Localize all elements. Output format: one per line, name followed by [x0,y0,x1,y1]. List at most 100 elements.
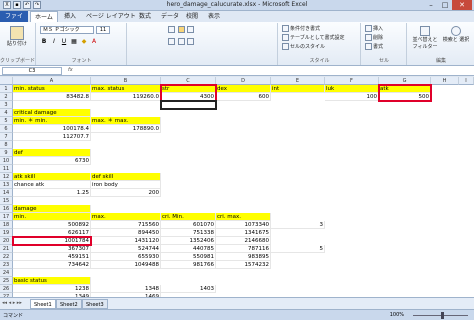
cell-B22[interactable]: 655930 [91,253,161,261]
sheet-tab-1[interactable]: Sheet1 [30,299,56,309]
cell-B1[interactable]: max. status [91,85,161,93]
tab-data[interactable]: データ [157,11,183,22]
row-header-18[interactable]: 18 [0,221,13,229]
format-cells-button[interactable]: 書式 [365,43,383,50]
underline-button[interactable]: U [60,38,68,46]
cell-D17[interactable]: cri. max. [216,213,271,221]
row-header-10[interactable]: 10 [0,157,13,165]
cell-A13[interactable]: chance atk [13,181,91,189]
align-middle-icon[interactable] [177,26,185,33]
cell-A12[interactable]: atk skill [13,173,91,181]
cell-E21[interactable]: 5 [271,245,325,253]
cell-B14[interactable]: 200 [91,189,161,197]
cell-A2[interactable]: 83482.8 [13,93,91,101]
spreadsheet-grid[interactable]: A B C D E F G H I 1 2 3 4 5 6 7 8 9 10 11 12 13 14 15 16 17 18 19 20… [0,77,474,297]
tab-page-layout[interactable]: ページ レイアウト [82,11,140,22]
row-header-25[interactable]: 25 [0,277,13,285]
cell-A9[interactable]: def [13,149,91,157]
row-header-17[interactable]: 17 [0,213,13,221]
cell-A7[interactable]: 112707.7 [13,133,91,141]
name-box[interactable]: C3 [2,67,62,75]
column-header-E[interactable]: E [271,77,325,85]
cell-B2[interactable]: 119260.0 [91,93,161,101]
cell-B5[interactable]: max. ＊ max. [91,117,161,125]
font-size-select[interactable]: 11 [96,26,110,34]
row-header-12[interactable]: 12 [0,173,13,181]
delete-cells-button[interactable]: 削除 [365,34,383,41]
cell-D23[interactable]: 1574232 [216,261,271,269]
row-header-3[interactable]: 3 [0,101,13,109]
row-header-9[interactable]: 9 [0,149,13,157]
cell-F2[interactable]: 100 [325,93,379,101]
row-header-16[interactable]: 16 [0,205,13,213]
cell-C21[interactable]: 440785 [161,245,216,253]
cell-D20[interactable]: 2146680 [216,237,271,245]
cell-B19[interactable]: 894450 [91,229,161,237]
row-header-24[interactable]: 24 [0,269,13,277]
cell-F1[interactable]: luk [325,85,379,93]
cell-B20[interactable]: 1431120 [91,237,161,245]
row-header-15[interactable]: 15 [0,197,13,205]
table-format-button[interactable]: テーブルとして書式設定 [282,34,345,41]
cell-A21[interactable]: 367307 [13,245,91,253]
font-name-select[interactable]: ＭＳ Ｐゴシック [40,26,94,34]
close-button[interactable]: ✕ [452,0,472,10]
sheet-nav-arrows-icon[interactable]: ◂◂ ◂ ▸ ▸▸ [2,300,22,306]
tab-home[interactable]: ホーム [30,11,58,22]
cell-A17[interactable]: min. [13,213,91,221]
cell-B23[interactable]: 1049488 [91,261,161,269]
cell-E1[interactable]: int [271,85,325,93]
column-header-B[interactable]: B [91,77,161,85]
cell-A25[interactable]: basic status [13,277,91,285]
row-header-4[interactable]: 4 [0,109,13,117]
tab-view[interactable]: 表示 [204,11,224,22]
cell-D2[interactable]: 600 [216,93,271,101]
row-header-5[interactable]: 5 [0,117,13,125]
row-header-22[interactable]: 22 [0,253,13,261]
cell-C22[interactable]: 550981 [161,253,216,261]
align-left-icon[interactable] [168,38,175,45]
cell-D18[interactable]: 1073340 [216,221,271,229]
cell-A18[interactable]: 500892 [13,221,91,229]
cell-B17[interactable]: max. [91,213,161,221]
row-header-2[interactable]: 2 [0,93,13,101]
zoom-slider-knob[interactable] [441,312,444,319]
select-all-corner[interactable] [0,77,13,85]
cell-D22[interactable]: 983895 [216,253,271,261]
row-header-1[interactable]: 1 [0,85,13,93]
row-header-11[interactable]: 11 [0,165,13,173]
cell-A4[interactable]: critical damage [13,109,91,117]
row-header-26[interactable]: 26 [0,285,13,293]
cell-style-button[interactable]: セルのスタイル [282,43,325,50]
cell-C18[interactable]: 601070 [161,221,216,229]
tab-file[interactable]: ファイル [0,11,28,31]
cell-A5[interactable]: min. ＊ min. [13,117,91,125]
cell-C19[interactable]: 751338 [161,229,216,237]
font-color-icon[interactable]: A [90,38,98,46]
tab-insert[interactable]: 挿入 [60,11,80,22]
row-header-23[interactable]: 23 [0,261,13,269]
border-icon[interactable]: ▦ [70,38,78,46]
cell-B6[interactable]: 178890.0 [91,125,161,133]
cell-C17[interactable]: cri. Min. [161,213,216,221]
cell-C20[interactable]: 1352406 [161,237,216,245]
find-select-button[interactable]: 検索と 選択 [442,26,470,43]
row-header-7[interactable]: 7 [0,133,13,141]
row-header-14[interactable]: 14 [0,189,13,197]
cell-A23[interactable]: 734642 [13,261,91,269]
cell-A26[interactable]: 1238 [13,285,91,293]
sort-filter-button[interactable]: 並べ替えと フィルター [411,26,439,50]
cell-B21[interactable]: 524744 [91,245,161,253]
align-right-icon[interactable] [187,38,195,45]
column-header-H[interactable]: H [431,77,459,85]
tab-review[interactable]: 校閲 [182,11,202,22]
sheet-tab-2[interactable]: Sheet2 [56,299,82,309]
bold-button[interactable]: B [40,38,48,46]
cell-D19[interactable]: 1341675 [216,229,271,237]
function-icon[interactable]: fx [68,67,73,73]
cell-A6[interactable]: 100178.4 [13,125,91,133]
cell-B13[interactable]: iron body [91,181,161,189]
cell-B18[interactable]: 715560 [91,221,161,229]
column-header-A[interactable]: A [13,77,91,85]
column-header-F[interactable]: F [325,77,379,85]
